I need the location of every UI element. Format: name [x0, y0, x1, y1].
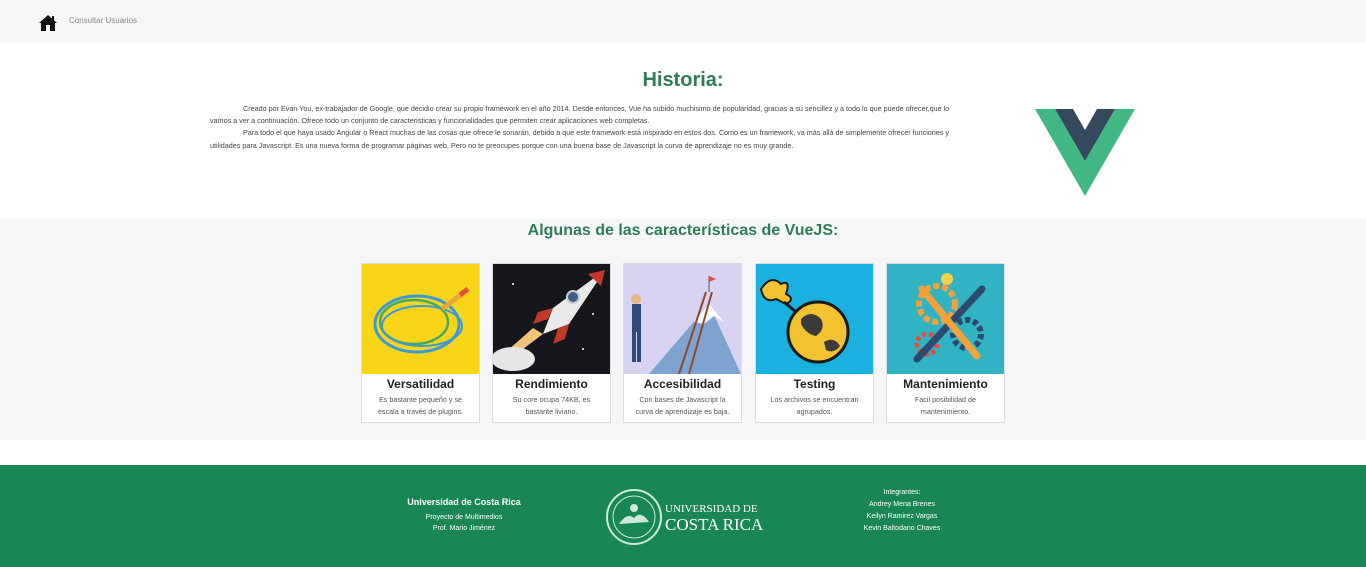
- history-paragraph: Para todo el que haya usado Angular o Re…: [210, 128, 949, 150]
- home-icon[interactable]: [38, 14, 58, 32]
- history-title: Historia:: [642, 69, 724, 91]
- feature-description: Facil posibilidad de mantenimiento.: [914, 395, 977, 416]
- tools-gears-illustration-icon: [887, 264, 1004, 374]
- team-title: Integrantes:: [883, 489, 921, 496]
- team-member: Andrey Mena Brenes: [869, 501, 935, 508]
- team-member: Keilyn Ramirez Vargas: [866, 513, 938, 520]
- feature-title: Rendimiento: [515, 377, 588, 391]
- feature-description: Es bastante pequeño y se escala a través…: [377, 395, 464, 416]
- footer: Universidad de Costa Rica Proyecto de Mu…: [0, 465, 1366, 567]
- logo-text-line: UNIVERSIDAD DE: [665, 503, 758, 515]
- feature-description: Su core ocupa 74KB, es bastante liviano.: [512, 395, 591, 416]
- ladder-mountain-illustration-icon: [624, 264, 741, 374]
- vue-logo-icon: [1035, 109, 1135, 196]
- rocket-illustration-icon: [493, 264, 610, 374]
- feature-description: Los archivos se encuentran agrupados.: [770, 395, 859, 416]
- feature-card-accesibilidad: Accesibilidad Con bases de Javascript la…: [623, 263, 742, 423]
- feature-card-mantenimiento: Mantenimiento Facil posibilidad de mante…: [886, 263, 1005, 423]
- footer-info: Universidad de Costa Rica Proyecto de Mu…: [364, 497, 564, 534]
- logo-text-line: COSTA RICA: [665, 515, 764, 534]
- feature-card-versatilidad: Versatilidad Es bastante pequeño y se es…: [361, 263, 480, 423]
- feature-card-testing: Testing Los archivos se encuentran agrup…: [755, 263, 874, 423]
- history-text: Creado por Evan You, ex-trabajador de Go…: [210, 103, 960, 152]
- cable-illustration-icon: [362, 264, 479, 374]
- features-section: Algunas de las características de VueJS:…: [0, 219, 1366, 440]
- team-member: Kevin Baltodano Chaves: [863, 525, 941, 532]
- nav-link-consultar-usuarios[interactable]: Consultar Usuarios: [69, 16, 137, 25]
- feature-title: Accesibilidad: [643, 377, 722, 391]
- feature-description: Con bases de Javascript la curva de apre…: [635, 395, 730, 416]
- feature-title: Testing: [793, 377, 836, 391]
- feature-title: Mantenimiento: [903, 377, 988, 391]
- footer-line: Prof. Mario Jiménez: [432, 525, 496, 532]
- history-paragraph: Creado por Evan You, ex-trabajador de Go…: [210, 104, 950, 126]
- footer-line: Proyecto de Multimedios: [425, 514, 503, 521]
- feature-title: Versatilidad: [386, 377, 455, 391]
- ucr-logo-icon: UNIVERSIDAD DE COSTA RICA: [606, 489, 764, 545]
- feature-card-rendimiento: Rendimiento Su core ocupa 74KB, es basta…: [492, 263, 611, 423]
- footer-university: Universidad de Costa Rica: [407, 497, 521, 507]
- navbar: Consultar Usuarios: [0, 0, 1366, 43]
- footer-team: Integrantes: Andrey Mena Brenes Keilyn R…: [822, 487, 982, 535]
- features-title: Algunas de las características de VueJS:: [527, 222, 839, 239]
- globe-magnifier-illustration-icon: [756, 264, 873, 374]
